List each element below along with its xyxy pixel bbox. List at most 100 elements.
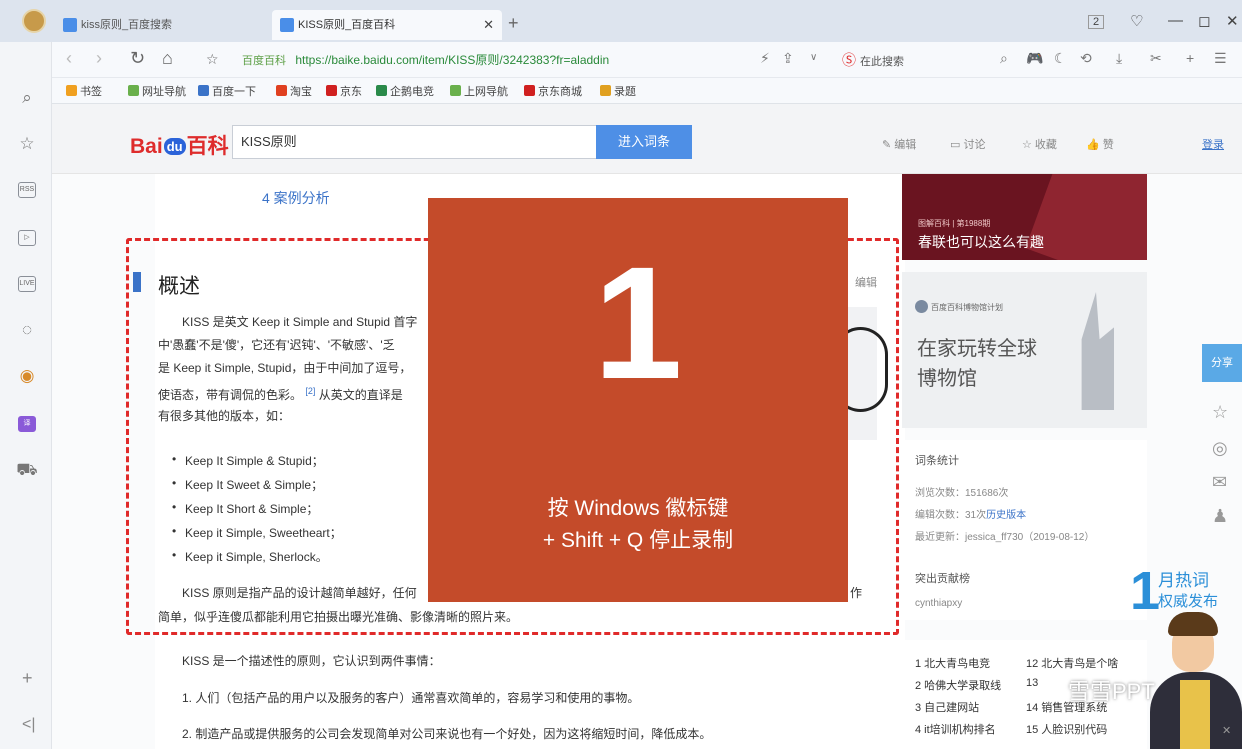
hot-item[interactable]: 13 [1026,677,1038,689]
bookmark-item[interactable]: 京东商城 [524,83,582,99]
restore-icon[interactable]: ◻ [1198,12,1210,30]
search-icon[interactable]: ⌕ [16,88,38,108]
baike-logo[interactable]: Bai du 百科 [130,130,229,160]
user-avatar[interactable] [22,9,46,33]
paragraph-line: 1. 人们（包括产品的用户以及服务的客户）通常喜欢简单的，容易学习和使用的事物。 [182,691,640,705]
discuss-tool[interactable]: ▭ 讨论 [950,136,985,152]
bookmark-star-icon[interactable]: ☆ [206,51,219,68]
hot-item[interactable]: 12 北大青鸟是个啥 [1026,655,1118,671]
hot-item[interactable]: 3 自己建网站 [915,699,979,715]
hot-item[interactable]: 1 北大青鸟电竞 [915,655,990,671]
tab-search[interactable]: kiss原则_百度搜索 [55,10,270,40]
tab-favicon-icon [280,18,294,32]
baike-search-input[interactable]: KISS原则 [232,125,598,159]
star-icon [66,85,77,96]
banner-title: 博物馆 [917,368,977,390]
new-tab-icon[interactable]: + [508,13,519,34]
live-icon[interactable]: LIVE [18,276,36,292]
reload-icon[interactable]: ↻ [130,48,145,69]
banner-title: 在家玩转全球 [917,338,1037,360]
minimize-icon[interactable]: — [1168,12,1183,29]
scissors-icon[interactable]: ✂ [1150,50,1162,67]
paragraph-line: 2. 制造产品或提供服务的公司会发现简单对公司来说也有一个好处，因为这将缩短时间… [182,727,712,741]
weibo-icon[interactable]: ◎ [1212,438,1228,459]
contrib-user[interactable]: cynthiapxy [915,598,962,609]
tab-count-badge[interactable]: 2 [1088,15,1105,29]
game-icon[interactable]: ◉ [16,366,38,386]
bookmark-item[interactable]: 上网导航 [450,83,508,99]
add-icon[interactable]: + [22,668,33,689]
hot-words-number: 1 [1130,561,1161,621]
night-mode-icon[interactable]: ☾ [1054,50,1067,67]
home-icon[interactable]: ⌂ [162,48,173,69]
url-site-label: 百度百科 [242,55,286,67]
menu-icon[interactable]: ☰ [1214,50,1227,67]
video-icon[interactable]: ▷ [18,230,36,246]
game-handle-icon[interactable]: 🎮 [1026,50,1043,67]
chat-icon[interactable]: ◌ [16,320,38,340]
presenter-tie [1180,680,1210,749]
stats-views: 浏览次数：151686次 [915,488,1009,499]
plus-icon[interactable]: + [1186,50,1194,66]
bookmark-item[interactable]: 书签 [66,83,102,99]
download-icon[interactable]: ⤓ [1116,50,1122,67]
baike-header: Bai du 百科 KISS原则 进入词条 ✎ 编辑 ▭ 讨论 ☆ 收藏 👍 赞 登… [52,104,1242,174]
bookmark-item[interactable]: 网址导航 [128,83,186,99]
bookmark-item[interactable]: 京东 [326,83,362,99]
search-engine-icon[interactable]: Ⓢ [842,50,856,70]
like-tool[interactable]: 👍 赞 [1086,136,1114,152]
news-icon[interactable]: RSS [18,182,36,198]
favorite-tool[interactable]: ☆ 收藏 [1022,136,1057,152]
hot-item[interactable]: 2 哈佛大学录取线 [915,677,1001,693]
tab-baike[interactable]: KISS原则_百度百科 ✕ [272,10,502,40]
browser-tab-bar: kiss原则_百度搜索 KISS原则_百度百科 ✕ + 2 ♡ — ◻ ✕ [0,0,1242,42]
hot-item[interactable]: 4 it培训机构排名 [915,721,996,737]
hot-item[interactable]: 15 人脸识别代码 [1026,721,1107,737]
toc-item[interactable]: 4 案例分析 [262,188,330,208]
paragraph-line: KISS 是一个描述性的原则，它认识到两件事情： [182,654,441,668]
history-link[interactable]: 历史版本 [986,510,1026,521]
close-window-icon[interactable]: ✕ [1226,12,1239,30]
hot-words-title[interactable]: 月热词 [1158,566,1209,591]
skin-icon[interactable]: ♡ [1130,12,1143,30]
countdown-number: 1 [593,233,683,412]
nav-icon [450,85,461,96]
collapse-sidebar-icon[interactable]: <| [22,716,36,734]
bookmark-item[interactable]: 百度一下 [198,83,256,99]
share-tab[interactable]: 分享 [1202,344,1242,382]
edit-tool[interactable]: ✎ 编辑 [882,136,916,152]
bookmark-item[interactable]: 淘宝 [276,83,312,99]
search-go-icon[interactable]: ⌕ [1000,50,1008,67]
translate-icon[interactable]: 译 [18,416,36,432]
lightning-icon[interactable]: ⚡ [760,50,770,67]
bookmark-item[interactable]: 企鹅电竞 [376,83,434,99]
forward-icon[interactable]: › [96,48,102,69]
cart-icon[interactable]: ⛟ [16,460,38,482]
bookmark-item[interactable]: 录题 [600,83,636,99]
search-box-label[interactable]: 在此搜索 [860,53,904,69]
close-tab-icon[interactable]: ✕ [483,10,494,40]
favorite-star-icon[interactable]: ☆ [1212,402,1228,423]
dropdown-icon[interactable]: ∨ [810,52,817,63]
stats-edits: 编辑次数：31次历史版本 [915,510,1027,521]
address-bar-row: ‹ › ↻ ⌂ ☆ 百度百科 https://baike.baidu.com/i… [52,42,1242,78]
share-icon[interactable]: ⇪ [782,50,794,67]
presenter-hair [1168,612,1218,636]
back-icon[interactable]: ‹ [66,48,72,69]
enter-entry-button[interactable]: 进入词条 [596,125,692,159]
undo-icon[interactable]: ⟲ [1080,50,1092,67]
star-icon[interactable]: ☆ [16,134,38,154]
esports-icon [376,85,387,96]
quiz-icon [600,85,611,96]
hot-words-subtitle: 权威发布 [1158,593,1219,610]
login-link[interactable]: 登录 [1202,136,1224,152]
browser-sidebar: ⌕ ☆ RSS ▷ LIVE ◌ ◉ 译 ⛟ [0,42,52,749]
jd-icon [326,85,337,96]
qq-icon[interactable]: ♟ [1212,506,1228,527]
url-field[interactable]: 百度百科 https://baike.baidu.com/item/KISS原则… [242,51,609,68]
stats-updated: 最近更新：jessica_ff730（2019-08-12） [915,532,1095,543]
banner-title: 春联也可以这么有趣 [918,234,1044,250]
banner-subtitle: 图解百科 | 第1988期 [918,219,991,228]
wechat-icon[interactable]: ✉ [1212,472,1227,493]
close-ad-icon[interactable]: ✕ [1222,724,1231,737]
